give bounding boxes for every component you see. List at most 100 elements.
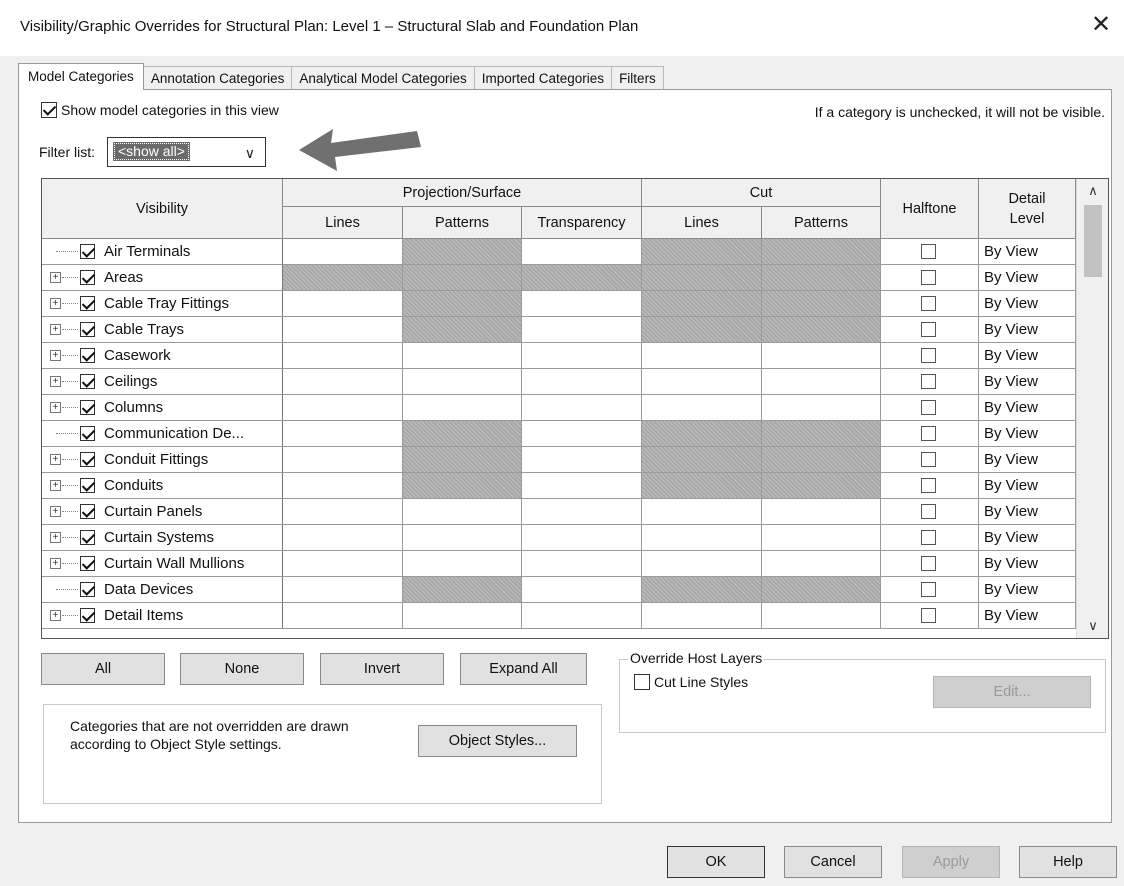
- projection-patterns-cell[interactable]: [403, 577, 522, 603]
- cut-patterns-cell[interactable]: [762, 343, 881, 369]
- header-transparency[interactable]: Transparency: [522, 207, 642, 239]
- halftone-cell[interactable]: [881, 265, 979, 291]
- transparency-cell[interactable]: [522, 577, 642, 603]
- halftone-checkbox[interactable]: [921, 374, 936, 389]
- expand-plus-icon[interactable]: +: [50, 610, 61, 621]
- close-icon[interactable]: ✕: [1086, 10, 1116, 40]
- halftone-cell[interactable]: [881, 447, 979, 473]
- category-visibility-checkbox[interactable]: [80, 556, 95, 571]
- halftone-checkbox[interactable]: [921, 504, 936, 519]
- expand-plus-icon[interactable]: +: [50, 558, 61, 569]
- cut-lines-cell[interactable]: [642, 317, 762, 343]
- cut-line-styles-row[interactable]: Cut Line Styles: [634, 674, 748, 690]
- detail-level-cell[interactable]: By View: [979, 551, 1076, 577]
- cut-line-styles-checkbox[interactable]: [634, 674, 650, 690]
- projection-lines-cell[interactable]: [283, 499, 403, 525]
- transparency-cell[interactable]: [522, 525, 642, 551]
- detail-level-cell[interactable]: By View: [979, 369, 1076, 395]
- expand-plus-icon[interactable]: +: [50, 324, 61, 335]
- transparency-cell[interactable]: [522, 291, 642, 317]
- transparency-cell[interactable]: [522, 343, 642, 369]
- detail-level-cell[interactable]: By View: [979, 473, 1076, 499]
- visibility-cell[interactable]: + Columns: [42, 395, 283, 421]
- visibility-cell[interactable]: + Curtain Wall Mullions: [42, 551, 283, 577]
- projection-patterns-cell[interactable]: [403, 317, 522, 343]
- table-row[interactable]: + Curtain Wall Mullions By View: [42, 551, 1076, 577]
- halftone-checkbox[interactable]: [921, 348, 936, 363]
- table-row[interactable]: Communication De... By View: [42, 421, 1076, 447]
- apply-button[interactable]: Apply: [902, 846, 1000, 878]
- projection-patterns-cell[interactable]: [403, 343, 522, 369]
- object-styles-button[interactable]: Object Styles...: [418, 725, 577, 757]
- header-cut-lines[interactable]: Lines: [642, 207, 762, 239]
- ok-button[interactable]: OK: [667, 846, 765, 878]
- visibility-cell[interactable]: + Curtain Systems: [42, 525, 283, 551]
- cut-patterns-cell[interactable]: [762, 265, 881, 291]
- halftone-checkbox[interactable]: [921, 296, 936, 311]
- projection-lines-cell[interactable]: [283, 239, 403, 265]
- cut-patterns-cell[interactable]: [762, 551, 881, 577]
- expand-plus-icon[interactable]: +: [50, 376, 61, 387]
- detail-level-cell[interactable]: By View: [979, 239, 1076, 265]
- halftone-checkbox[interactable]: [921, 322, 936, 337]
- detail-level-cell[interactable]: By View: [979, 525, 1076, 551]
- halftone-cell[interactable]: [881, 291, 979, 317]
- detail-level-cell[interactable]: By View: [979, 317, 1076, 343]
- projection-patterns-cell[interactable]: [403, 421, 522, 447]
- table-row[interactable]: + Areas By View: [42, 265, 1076, 291]
- cut-lines-cell[interactable]: [642, 291, 762, 317]
- visibility-cell[interactable]: Data Devices: [42, 577, 283, 603]
- halftone-checkbox[interactable]: [921, 556, 936, 571]
- transparency-cell[interactable]: [522, 551, 642, 577]
- visibility-cell[interactable]: + Cable Tray Fittings: [42, 291, 283, 317]
- halftone-cell[interactable]: [881, 395, 979, 421]
- cut-lines-cell[interactable]: [642, 473, 762, 499]
- visibility-cell[interactable]: + Conduits: [42, 473, 283, 499]
- transparency-cell[interactable]: [522, 473, 642, 499]
- projection-patterns-cell[interactable]: [403, 551, 522, 577]
- visibility-cell[interactable]: + Areas: [42, 265, 283, 291]
- transparency-cell[interactable]: [522, 317, 642, 343]
- cut-lines-cell[interactable]: [642, 421, 762, 447]
- halftone-checkbox[interactable]: [921, 244, 936, 259]
- expand-plus-icon[interactable]: +: [50, 532, 61, 543]
- halftone-checkbox[interactable]: [921, 400, 936, 415]
- visibility-cell[interactable]: + Detail Items: [42, 603, 283, 629]
- filter-list-dropdown[interactable]: <show all> ∨: [107, 137, 266, 167]
- projection-lines-cell[interactable]: [283, 369, 403, 395]
- visibility-cell[interactable]: Air Terminals: [42, 239, 283, 265]
- show-model-categories-checkbox[interactable]: [41, 102, 57, 118]
- visibility-cell[interactable]: + Ceilings: [42, 369, 283, 395]
- transparency-cell[interactable]: [522, 265, 642, 291]
- detail-level-cell[interactable]: By View: [979, 499, 1076, 525]
- projection-patterns-cell[interactable]: [403, 499, 522, 525]
- projection-patterns-cell[interactable]: [403, 525, 522, 551]
- category-visibility-checkbox[interactable]: [80, 400, 95, 415]
- halftone-checkbox[interactable]: [921, 270, 936, 285]
- cut-patterns-cell[interactable]: [762, 603, 881, 629]
- category-visibility-checkbox[interactable]: [80, 348, 95, 363]
- category-visibility-checkbox[interactable]: [80, 452, 95, 467]
- cut-patterns-cell[interactable]: [762, 577, 881, 603]
- table-row[interactable]: + Cable Tray Fittings By View: [42, 291, 1076, 317]
- cut-lines-cell[interactable]: [642, 369, 762, 395]
- halftone-checkbox[interactable]: [921, 426, 936, 441]
- cut-lines-cell[interactable]: [642, 577, 762, 603]
- category-visibility-checkbox[interactable]: [80, 270, 95, 285]
- projection-lines-cell[interactable]: [283, 603, 403, 629]
- scroll-thumb[interactable]: [1084, 205, 1102, 277]
- halftone-cell[interactable]: [881, 421, 979, 447]
- detail-level-cell[interactable]: By View: [979, 265, 1076, 291]
- cut-patterns-cell[interactable]: [762, 395, 881, 421]
- halftone-cell[interactable]: [881, 603, 979, 629]
- edit-button[interactable]: Edit...: [933, 676, 1091, 708]
- transparency-cell[interactable]: [522, 421, 642, 447]
- detail-level-cell[interactable]: By View: [979, 291, 1076, 317]
- projection-patterns-cell[interactable]: [403, 291, 522, 317]
- cut-patterns-cell[interactable]: [762, 499, 881, 525]
- cut-lines-cell[interactable]: [642, 343, 762, 369]
- projection-lines-cell[interactable]: [283, 551, 403, 577]
- visibility-cell[interactable]: Communication De...: [42, 421, 283, 447]
- halftone-cell[interactable]: [881, 343, 979, 369]
- visibility-cell[interactable]: + Casework: [42, 343, 283, 369]
